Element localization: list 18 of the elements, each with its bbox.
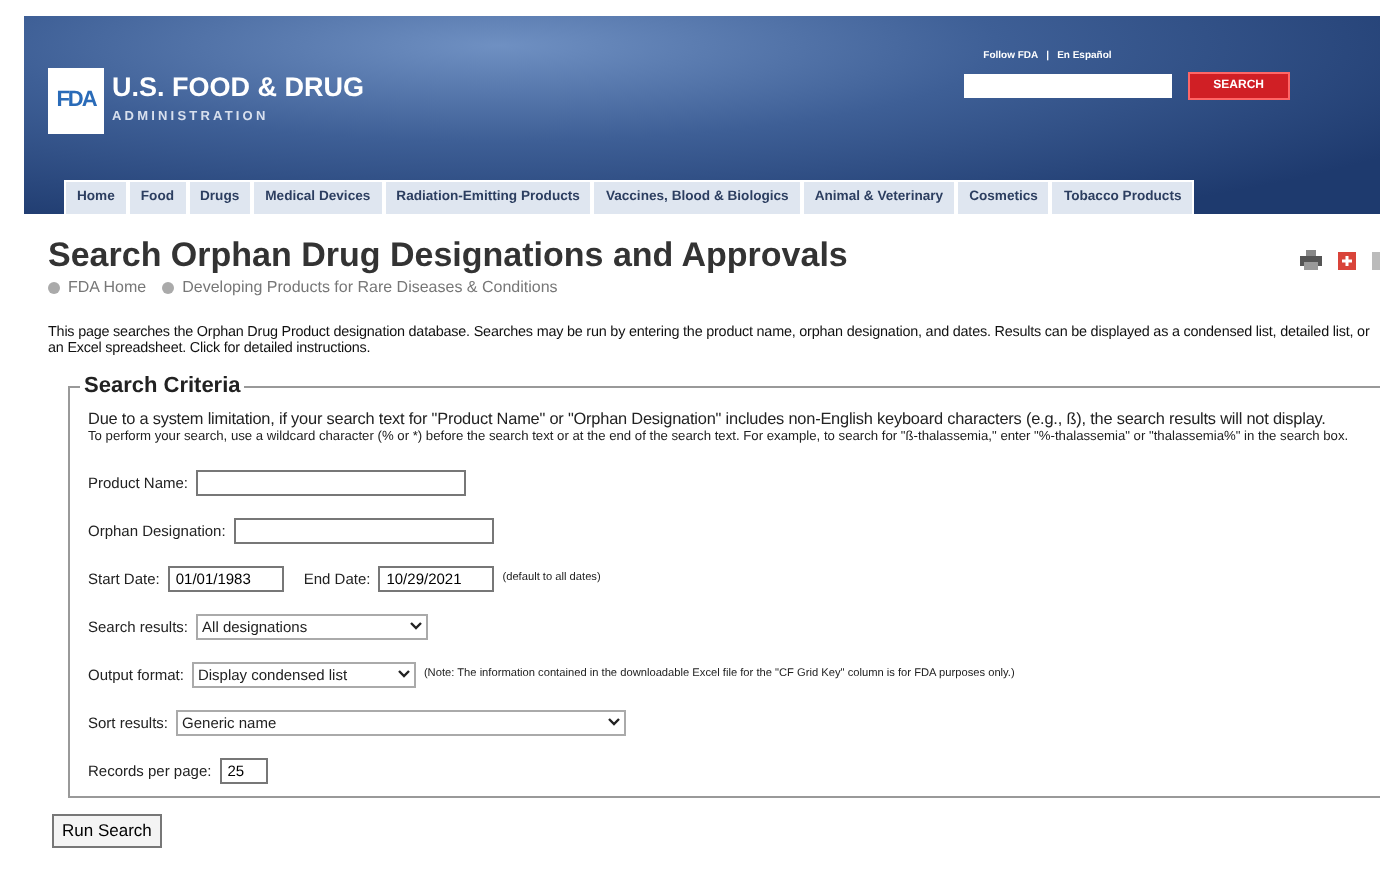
- breadcrumb-link[interactable]: Developing Products for Rare Diseases & Conditions: [182, 275, 558, 300]
- page-title: Search Orphan Drug Designations and Approvals: [48, 238, 848, 276]
- print-icon[interactable]: [1300, 250, 1322, 270]
- plus-icon[interactable]: [1338, 251, 1356, 269]
- text-field[interactable]: [233, 517, 494, 544]
- site-title: U.S. FOOD & DRUG: [112, 73, 365, 101]
- run-search-button[interactable]: Run Search: [52, 813, 162, 848]
- search-field[interactable]: [963, 73, 1172, 97]
- chevron-down-icon: [397, 670, 410, 679]
- fda-logo[interactable]: FDA: [48, 68, 104, 134]
- bullet-icon: [162, 281, 175, 294]
- notice-text: Due to a system limitation, if your search text for "Product Name" or "Orphan Designation" includes non-English keyboard characters (e.g., ß), the search results will not display.: [88, 409, 1328, 430]
- text-field[interactable]: [196, 469, 467, 496]
- breadcrumb-link[interactable]: FDA Home: [68, 275, 147, 300]
- bullet-icon: [48, 281, 60, 294]
- chevron-down-icon: [410, 622, 423, 631]
- chevron-down-icon: [608, 718, 621, 727]
- section-legend: Search Criteria: [80, 375, 245, 398]
